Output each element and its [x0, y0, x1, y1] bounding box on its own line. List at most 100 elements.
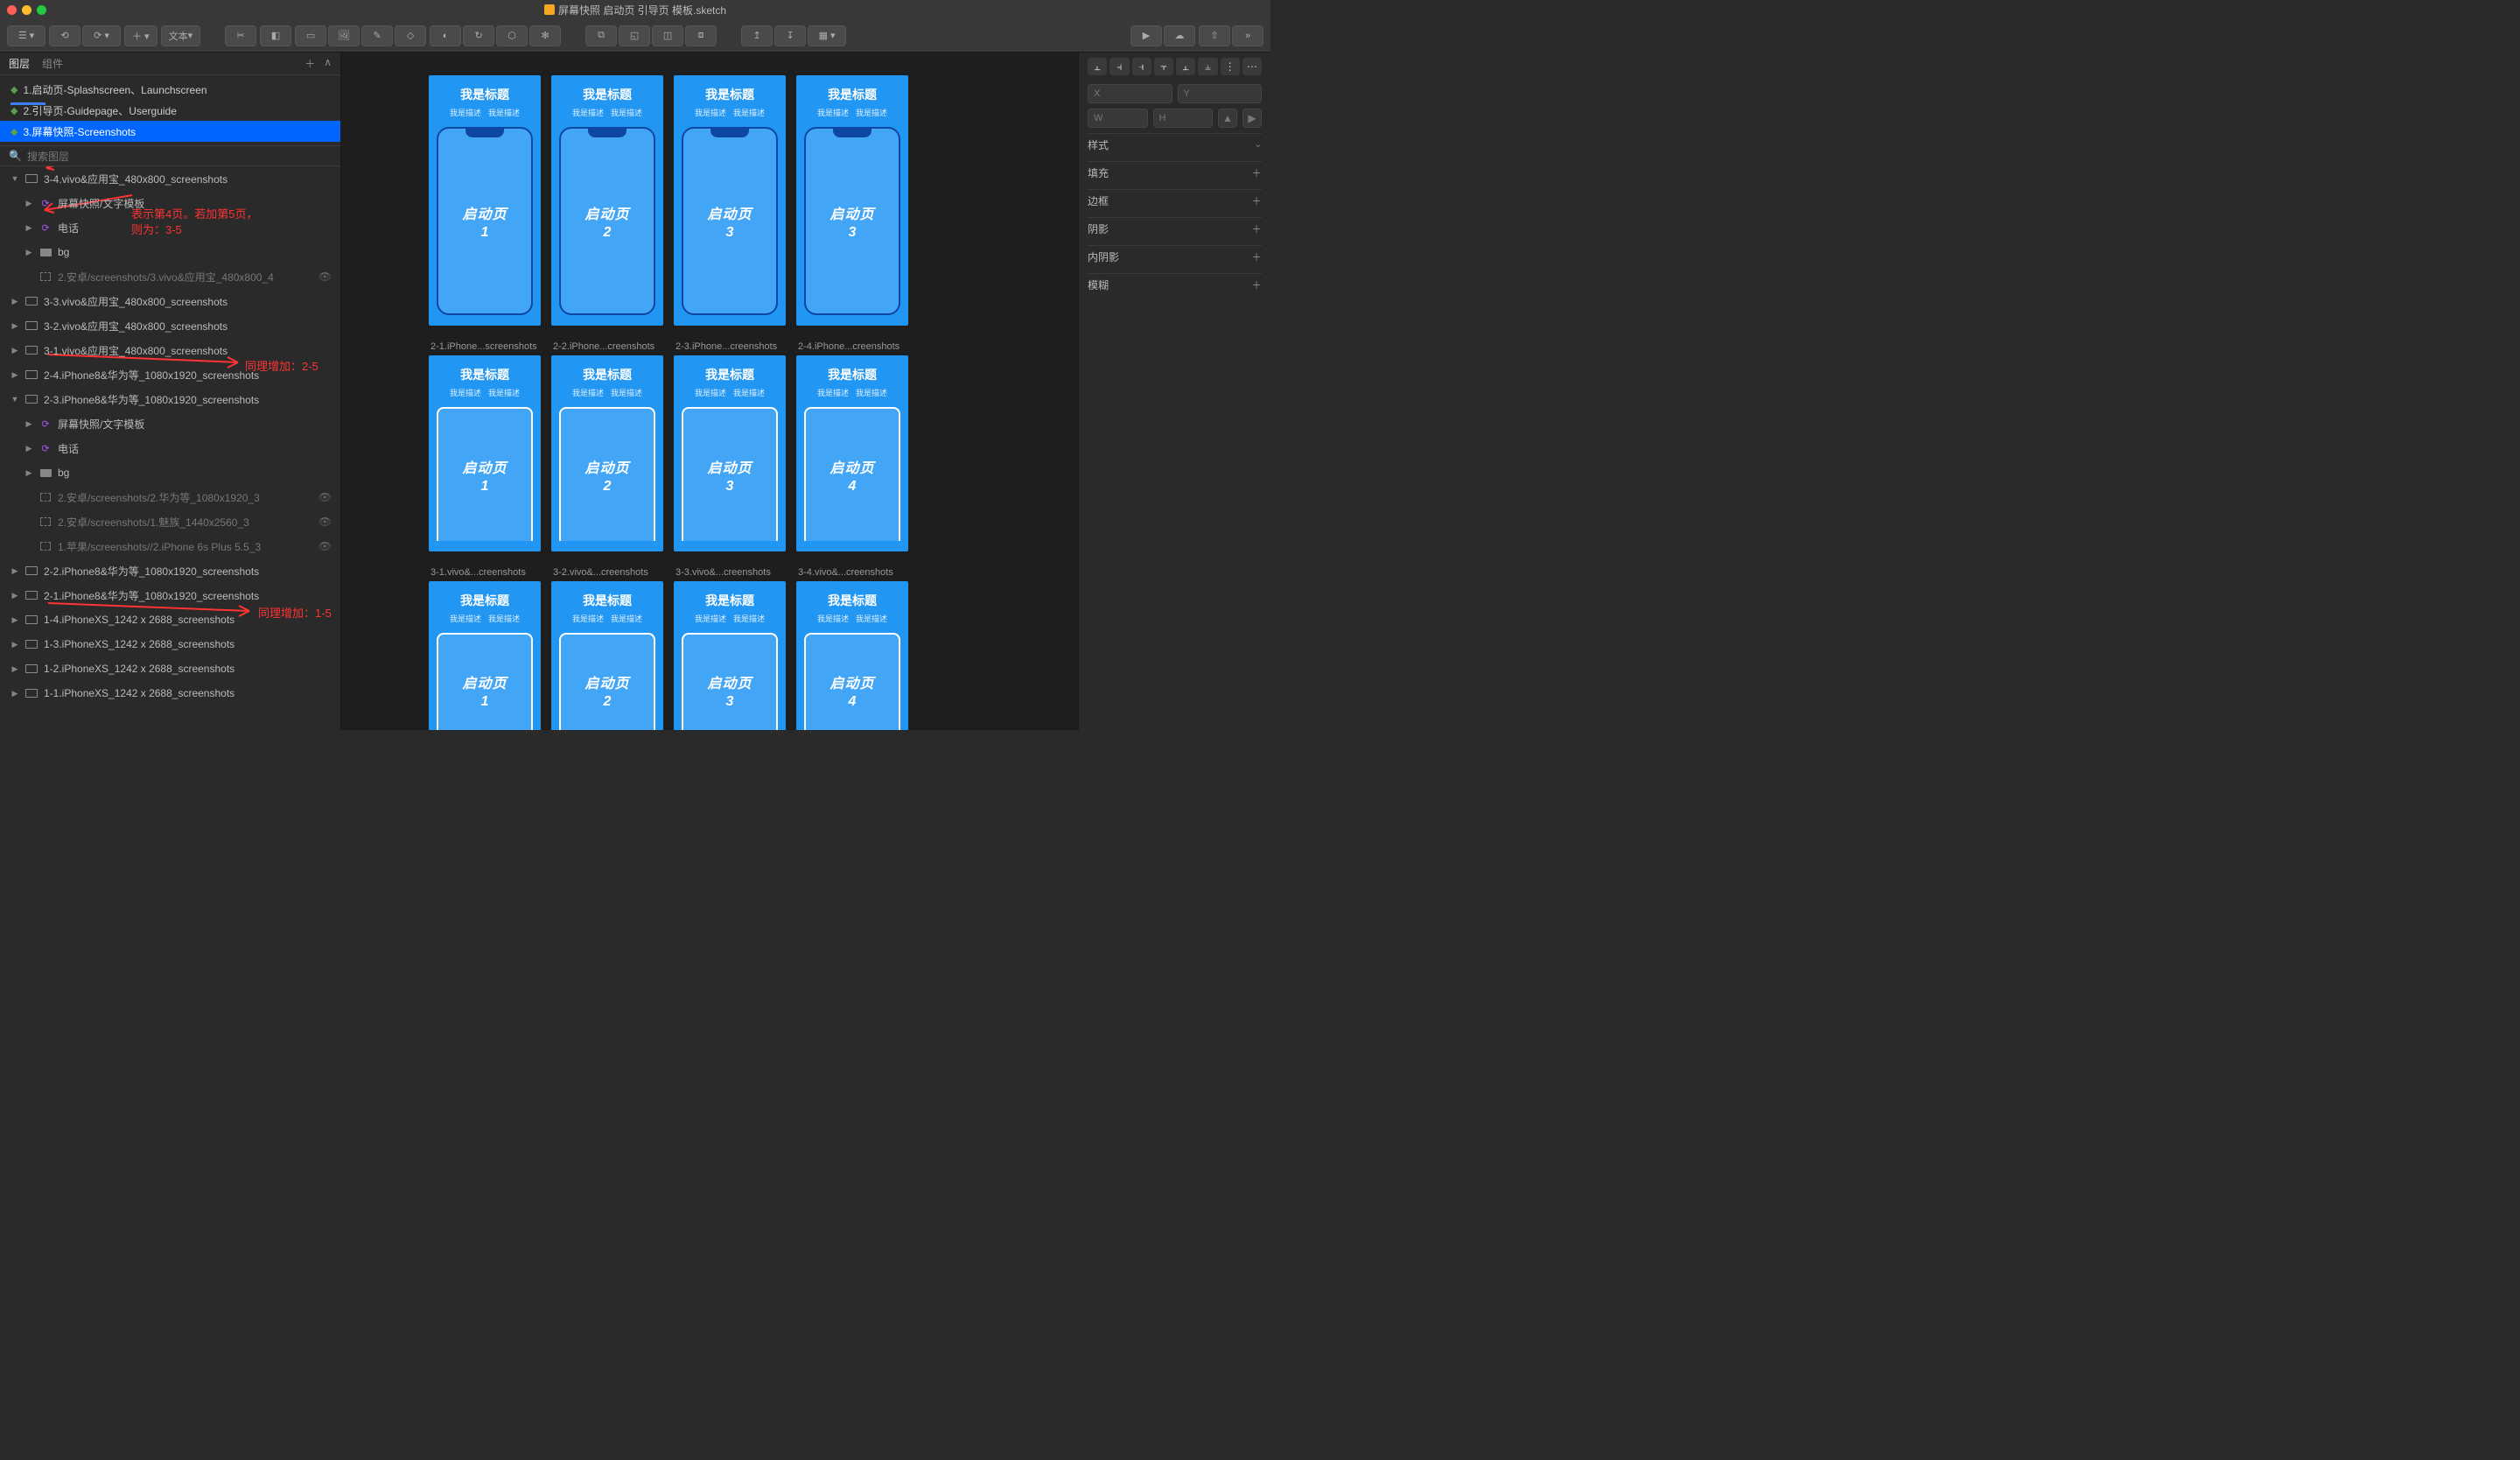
minimize-window-button[interactable] — [22, 5, 32, 15]
distribute-v-button[interactable]: ⋯ — [1242, 58, 1262, 75]
layer-row[interactable]: 2.安卓/screenshots/2.华为等_1080x1920_3👁 — [0, 485, 340, 509]
close-window-button[interactable] — [7, 5, 17, 15]
tab-components[interactable]: 组件 — [42, 56, 63, 71]
artboard[interactable]: 我是标题 我是描述我是描述 启动页 2 — [551, 355, 663, 551]
disclosure-triangle[interactable]: ▶ — [10, 664, 19, 674]
y-field[interactable]: Y — [1178, 84, 1263, 103]
maximize-window-button[interactable] — [37, 5, 46, 15]
disclosure-triangle[interactable]: ▶ — [10, 591, 19, 600]
h-field[interactable]: H — [1153, 109, 1214, 128]
layer-row[interactable]: ▶1-2.iPhoneXS_1242 x 2688_screenshots — [0, 656, 340, 681]
artboard-label[interactable]: 2-4.iPhone...creenshots — [796, 341, 908, 354]
artboard[interactable]: 我是标题 我是描述我是描述 启动页 3 — [674, 75, 786, 326]
align-right-button[interactable]: ⫣ — [1132, 58, 1152, 75]
visibility-icon[interactable]: 👁 — [318, 516, 332, 528]
intersect-button[interactable]: ◫ — [652, 25, 683, 46]
inspector-section-3[interactable]: 阴影＋ — [1088, 217, 1262, 240]
align-center-v-button[interactable]: ⫠ — [1176, 58, 1195, 75]
disclosure-triangle[interactable]: ▶ — [10, 640, 19, 649]
artboard-label[interactable]: 2-3.iPhone...creenshots — [674, 341, 786, 354]
mask-button[interactable]: ◐ — [430, 25, 461, 46]
align-center-h-button[interactable]: ⫞ — [1110, 58, 1129, 75]
collapse-pages-button[interactable]: ∧ — [324, 56, 332, 71]
layer-row[interactable]: 2.安卓/screenshots/1.魅族_1440x2560_3👁 — [0, 509, 340, 534]
artboard-label[interactable]: 3-3.vivo&...creenshots — [674, 567, 786, 579]
layer-row[interactable]: 1.苹果/screenshots//2.iPhone 6s Plus 5.5_3… — [0, 534, 340, 558]
cut-button[interactable]: ✂ — [225, 25, 256, 46]
disclosure-triangle[interactable]: ▶ — [24, 248, 33, 257]
visibility-icon[interactable]: 👁 — [318, 491, 332, 503]
layer-row[interactable]: ▶⟳电话 — [0, 215, 340, 240]
share-button[interactable]: ⇧ — [1199, 25, 1230, 46]
subtract-button[interactable]: ◱ — [619, 25, 650, 46]
difference-button[interactable]: ⧈ — [685, 25, 717, 46]
layer-search[interactable]: 🔍 搜索图层 — [0, 145, 340, 166]
layer-row[interactable]: ▼3-4.vivo&应用宝_480x800_screenshots — [0, 166, 340, 191]
layer-row[interactable]: ▶bg — [0, 460, 340, 485]
layer-row[interactable]: ▶bg — [0, 240, 340, 264]
disclosure-triangle[interactable]: ▶ — [10, 566, 19, 576]
play-button[interactable]: ▶ — [1130, 25, 1162, 46]
flip-h-button[interactable]: ▲ — [1218, 109, 1237, 128]
artboard-label[interactable] — [429, 61, 541, 74]
distribute-h-button[interactable]: ⋮ — [1221, 58, 1240, 75]
backward-button[interactable]: ↧ — [774, 25, 806, 46]
disclosure-triangle[interactable]: ▶ — [10, 321, 19, 331]
text-tool-button[interactable]: 文本 ▾ — [161, 25, 201, 46]
inspector-section-4[interactable]: 内阴影＋ — [1088, 245, 1262, 268]
artboard[interactable]: 我是标题 我是描述我是描述 启动页 4 — [796, 581, 908, 730]
disclosure-triangle[interactable]: ▶ — [24, 199, 33, 208]
rotate-button[interactable]: ↻ — [463, 25, 494, 46]
artboard-label[interactable]: 3-4.vivo&...creenshots — [796, 567, 908, 579]
artboard-label[interactable]: 3-1.vivo&...creenshots — [429, 567, 541, 579]
layer-row[interactable]: ▶2-2.iPhone8&华为等_1080x1920_screenshots — [0, 558, 340, 583]
artboard[interactable]: 我是标题 我是描述我是描述 启动页 3 — [674, 581, 786, 730]
group-button[interactable]: ◧ — [260, 25, 291, 46]
disclosure-triangle[interactable]: ▶ — [10, 370, 19, 380]
artboard-label[interactable]: 2-2.iPhone...creenshots — [551, 341, 663, 354]
layer-row[interactable]: ▼2-3.iPhone8&华为等_1080x1920_screenshots — [0, 387, 340, 411]
layer-row[interactable]: ▶3-2.vivo&应用宝_480x800_screenshots — [0, 313, 340, 338]
layer-row[interactable]: ▶1-3.iPhoneXS_1242 x 2688_screenshots — [0, 632, 340, 656]
add-icon[interactable]: ＋ — [1251, 221, 1262, 236]
layer-row[interactable]: ▶2-1.iPhone8&华为等_1080x1920_screenshots — [0, 583, 340, 607]
page-item[interactable]: ◆3.屏幕快照-Screenshots — [0, 121, 340, 142]
union-button[interactable]: ⧉ — [585, 25, 617, 46]
disclosure-triangle[interactable]: ▼ — [10, 395, 19, 404]
insert-button[interactable]: ＋ ▾ — [124, 25, 158, 46]
w-field[interactable]: W — [1088, 109, 1148, 128]
overflow-button[interactable]: » — [1232, 25, 1264, 46]
artboard[interactable]: 我是标题 我是描述我是描述 启动页 1 — [429, 581, 541, 730]
align-top-button[interactable]: ⫟ — [1154, 58, 1173, 75]
pencil-button[interactable]: ✎ — [361, 25, 393, 46]
disclosure-triangle[interactable]: ▶ — [10, 689, 19, 698]
disclosure-triangle[interactable]: ▼ — [10, 174, 19, 183]
rectangle-button[interactable]: ▭ — [295, 25, 326, 46]
vector-button[interactable]: ◇ — [395, 25, 426, 46]
layer-row[interactable]: ▶⟳电话 — [0, 436, 340, 460]
disclosure-triangle[interactable]: ▶ — [24, 223, 33, 233]
artboard[interactable]: 我是标题 我是描述我是描述 启动页 3 — [796, 75, 908, 326]
disclosure-triangle[interactable]: ▶ — [10, 297, 19, 306]
layer-row[interactable]: 2.安卓/screenshots/3.vivo&应用宝_480x800_4👁 — [0, 264, 340, 289]
view-button[interactable]: ▦ ▾ — [808, 25, 846, 46]
artboard-label[interactable] — [674, 61, 786, 74]
x-field[interactable]: X — [1088, 84, 1172, 103]
add-page-button[interactable]: ＋ — [304, 56, 315, 71]
layer-row[interactable]: ▶1-1.iPhoneXS_1242 x 2688_screenshots — [0, 681, 340, 705]
artboard[interactable]: 我是标题 我是描述我是描述 启动页 2 — [551, 581, 663, 730]
artboard[interactable]: 我是标题 我是描述我是描述 启动页 1 — [429, 75, 541, 326]
artboard[interactable]: 我是标题 我是描述我是描述 启动页 3 — [674, 355, 786, 551]
add-icon[interactable]: ＋ — [1251, 165, 1262, 180]
disclosure-triangle[interactable]: ▶ — [10, 346, 19, 355]
align-left-button[interactable]: ⫠ — [1088, 58, 1107, 75]
visibility-icon[interactable]: 👁 — [318, 270, 332, 283]
visibility-icon[interactable]: 👁 — [318, 540, 332, 552]
layer-row[interactable]: ▶1-4.iPhoneXS_1242 x 2688_screenshots — [0, 607, 340, 632]
inspector-section-0[interactable]: 样式⌄ — [1088, 133, 1262, 156]
artboard[interactable]: 我是标题 我是描述我是描述 启动页 1 — [429, 355, 541, 551]
disclosure-triangle[interactable]: ▶ — [10, 615, 19, 625]
artboard-label[interactable] — [551, 61, 663, 74]
tab-layers[interactable]: 图层 — [9, 56, 30, 71]
redo-button[interactable]: ⟳ ▾ — [82, 25, 121, 46]
